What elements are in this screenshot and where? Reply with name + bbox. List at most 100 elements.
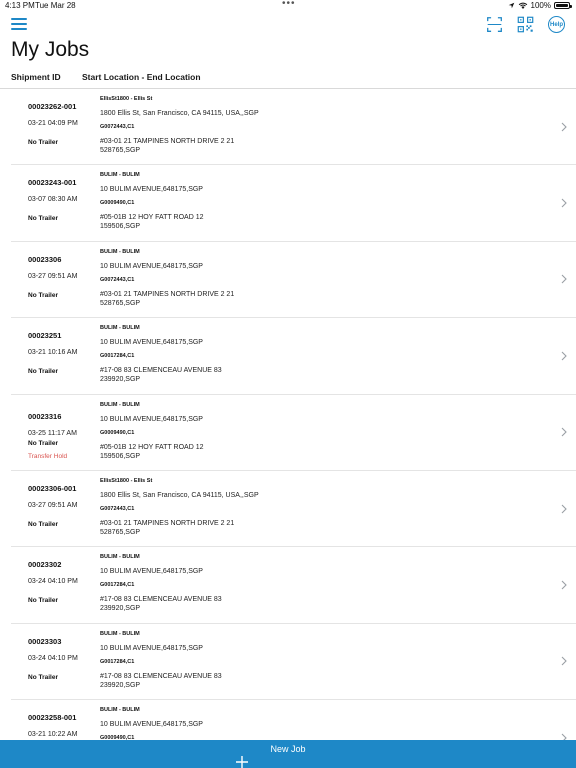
job-locations: BULIM - BULIM 10 BULIM AVENUE,648175,SGP G…: [100, 700, 540, 741]
job-datetime: 03-27 09:51 AM: [28, 272, 78, 280]
qr-code-icon[interactable]: [517, 16, 534, 33]
end-address-line-1: #17-08 83 CLEMENCEAU AVENUE 83: [100, 367, 222, 375]
column-header-shipment-id: Shipment ID: [11, 72, 61, 82]
job-datetime: 03-21 10:22 AM: [28, 731, 78, 739]
job-locations: BULIM - BULIM 10 BULIM AVENUE,648175,SGP G…: [100, 165, 540, 240]
end-address-line-1: #17-08 83 CLEMENCEAU AVENUE 83: [100, 596, 222, 604]
multitask-dots[interactable]: •••: [282, 0, 296, 9]
job-datetime: 03-24 04:10 PM: [28, 578, 78, 586]
job-row[interactable]: 00023303 03-24 04:10 PM No Trailer BULIM - …: [11, 624, 576, 701]
job-code: G0072443,C1: [100, 124, 135, 130]
end-address: #17-08 83 CLEMENCEAU AVENUE 83 239920,SGP: [100, 672, 300, 690]
trailer-status: No Trailer: [28, 439, 58, 447]
column-headers: Shipment ID Start Location - End Locatio…: [0, 71, 576, 89]
job-code: G0017284,C1: [100, 353, 135, 360]
job-summary: 00023262-001 03-21 04:09 PM No Trailer: [28, 89, 108, 164]
job-row[interactable]: 00023316 03-25 11:17 AM No Trailer Transfer…: [11, 395, 576, 471]
trailer-status: No Trailer: [28, 597, 58, 605]
job-datetime: 03-07 08:30 AM: [28, 196, 78, 204]
new-job-label: New Job: [270, 744, 306, 754]
chevron-right-icon: [561, 657, 567, 666]
location-name: BULIM - BULIM: [100, 248, 140, 255]
job-code: G0017284,C1: [100, 582, 135, 589]
shipment-id: 00023258-001: [28, 713, 77, 723]
job-locations: BULIM - BULIM 10 BULIM AVENUE,648175,SGP G…: [100, 318, 540, 393]
location-name: BULIM - BULIM: [100, 554, 140, 561]
start-address: 10 BULIM AVENUE,648175,SGP: [100, 415, 203, 423]
job-row[interactable]: 00023251 03-21 10:16 AM No Trailer BULIM - …: [11, 318, 576, 395]
chevron-right-icon: [561, 198, 567, 208]
end-address: #17-08 83 CLEMENCEAU AVENUE 83 239920,SGP: [100, 366, 300, 384]
job-code: G0009490,C1: [100, 429, 135, 436]
location-name: EllisSt1800 - Ellis St: [100, 477, 153, 484]
start-address: 10 BULIM AVENUE,648175,SGP: [100, 339, 203, 347]
job-summary: 00023303 03-24 04:10 PM No Trailer: [28, 624, 108, 699]
end-address: #05-01B 12 HOY FATT ROAD 12 159506,SGP: [100, 443, 300, 461]
end-address-line-1: #05-01B 12 HOY FATT ROAD 12: [100, 214, 204, 222]
end-address-line-1: #05-01B 12 HOY FATT ROAD 12: [100, 443, 204, 451]
shipment-id: 00023306-001: [28, 483, 77, 493]
end-address: #03-01 21 TAMPINES NORTH DRIVE 2 21 52876…: [100, 137, 300, 155]
job-datetime: 03-21 10:16 AM: [28, 349, 78, 357]
job-datetime: 03-25 11:17 AM: [28, 429, 77, 437]
location-name: BULIM - BULIM: [100, 630, 140, 637]
trailer-status: No Trailer: [28, 673, 58, 681]
hold-status: Transfer Hold: [28, 452, 68, 460]
start-address: 10 BULIM AVENUE,648175,SGP: [100, 721, 203, 729]
job-row[interactable]: 00023302 03-24 04:10 PM No Trailer BULIM - …: [11, 547, 576, 624]
shipment-id: 00023303: [28, 636, 62, 646]
trailer-status: No Trailer: [28, 215, 58, 223]
end-address-line-2: 239920,SGP: [100, 605, 141, 613]
end-address-line-2: 528765,SGP: [100, 299, 141, 307]
trailer-status: No Trailer: [28, 368, 58, 376]
job-datetime: 03-24 04:10 PM: [28, 654, 78, 662]
end-address-line-2: 528765,SGP: [100, 528, 141, 536]
job-locations: BULIM - BULIM 10 BULIM AVENUE,648175,SGP G…: [100, 242, 540, 317]
new-job-button[interactable]: New Job: [0, 740, 576, 768]
end-address-line-1: #17-08 83 CLEMENCEAU AVENUE 83: [100, 672, 222, 680]
job-code: G0017284,C1: [100, 658, 135, 665]
end-address-line-2: 528765,SGP: [100, 147, 141, 154]
job-code: G0072443,C1: [100, 505, 135, 512]
chevron-right-icon: [561, 122, 567, 132]
end-address-line-2: 239920,SGP: [100, 681, 141, 689]
chevron-right-icon: [561, 580, 567, 590]
menu-icon[interactable]: [11, 17, 27, 31]
job-locations: EllisSt1800 - Ellis St 1800 Ellis St, San…: [100, 89, 540, 164]
help-icon[interactable]: Help: [548, 16, 565, 33]
job-row[interactable]: 00023258-00103-21 10:22 AMNo TrailerBULI…: [11, 700, 576, 741]
job-row[interactable]: 00023262-001 03-21 04:09 PM No Trailer Elli…: [11, 89, 576, 166]
job-summary: 00023306-001 03-27 09:51 AM No Trailer: [28, 471, 108, 546]
job-summary: 00023251 03-21 10:16 AM No Trailer: [28, 318, 108, 393]
job-locations: BULIM - BULIM 10 BULIM AVENUE,648175,SGP G…: [100, 547, 540, 622]
wifi-icon: [518, 2, 527, 9]
job-datetime: 03-21 04:09 PM: [28, 120, 78, 127]
end-address-line-1: #03-01 21 TAMPINES NORTH DRIVE 2 21: [100, 519, 235, 527]
chevron-right-icon: [561, 275, 567, 284]
end-address-line-2: 159506,SGP: [100, 223, 141, 231]
trailer-status: No Trailer: [28, 291, 58, 299]
end-address: #17-08 83 CLEMENCEAU AVENUE 83 239920,SGP: [100, 595, 300, 613]
job-code: G0009490,C1: [100, 200, 135, 207]
job-summary: 00023302 03-24 04:10 PM No Trailer: [28, 547, 108, 622]
chevron-right-icon: [561, 504, 567, 514]
job-row[interactable]: 00023306 03-27 09:51 AM No Trailer BULIM - …: [11, 242, 576, 319]
status-date: Tue Mar 28: [35, 1, 76, 10]
jobs-list[interactable]: 00023262-001 03-21 04:09 PM No Trailer Elli…: [0, 89, 576, 741]
page-title: My Jobs: [11, 38, 90, 61]
scan-icon[interactable]: [486, 16, 503, 33]
shipment-id: 00023302: [28, 560, 62, 570]
end-address-line-1: #03-01 21 TAMPINES NORTH DRIVE 2 21: [100, 138, 235, 145]
battery-icon: [554, 2, 572, 9]
job-locations: BULIM - BULIM 10 BULIM AVENUE,648175,SGP G…: [100, 624, 540, 699]
trailer-status: No Trailer: [28, 520, 58, 528]
column-header-location: Start Location - End Location: [82, 72, 201, 82]
end-address-line-2: 159506,SGP: [100, 452, 141, 460]
battery-percent: 100%: [530, 1, 551, 10]
job-summary: 00023258-00103-21 10:22 AMNo Trailer: [28, 700, 108, 741]
job-row[interactable]: 00023243-001 03-07 08:30 AM No Trailer BULI…: [11, 165, 576, 242]
start-address: 10 BULIM AVENUE,648175,SGP: [100, 262, 203, 270]
job-row[interactable]: 00023306-001 03-27 09:51 AM No Trailer Elli…: [11, 471, 576, 548]
job-datetime: 03-27 09:51 AM: [28, 501, 78, 509]
end-address: #03-01 21 TAMPINES NORTH DRIVE 2 21 52876…: [100, 290, 300, 308]
